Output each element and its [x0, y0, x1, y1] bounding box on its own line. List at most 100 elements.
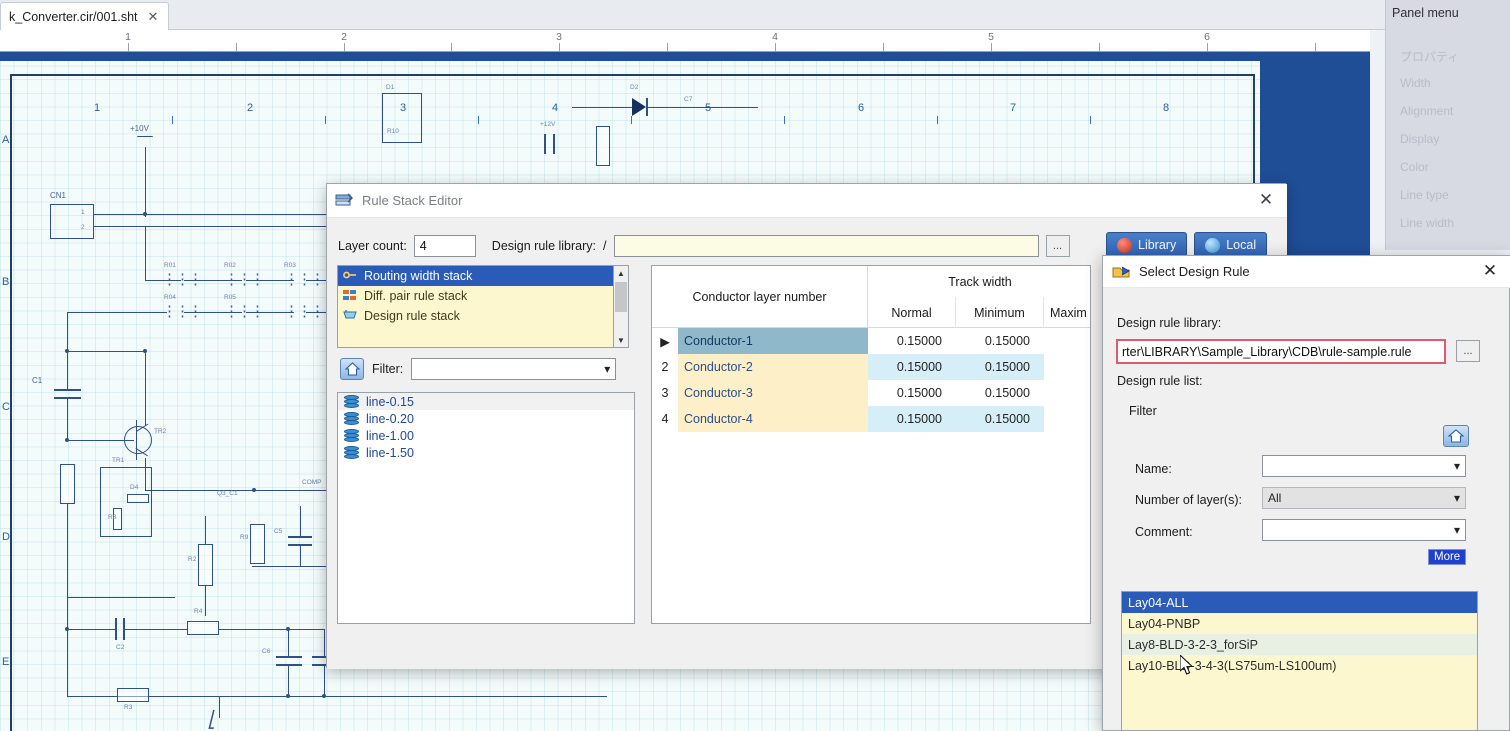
- comment-combobox[interactable]: ▾: [1262, 519, 1466, 541]
- sheet-ruler-row: C: [2, 401, 10, 413]
- pin-number: 2: [81, 224, 85, 231]
- filter-combobox[interactable]: ▾: [411, 358, 616, 380]
- design-rule-list-item[interactable]: Lay04-ALL: [1122, 592, 1477, 613]
- panel-menu-item-alignment[interactable]: Alignment: [1400, 104, 1453, 118]
- grid-header: Conductor layer number Track width Norma…: [652, 266, 1091, 328]
- document-tab[interactable]: k_Converter.cir/001.sht ✕: [0, 2, 169, 30]
- stack-list-item-design-rule[interactable]: Design rule stack: [338, 306, 626, 326]
- panel-menu-item-line-width[interactable]: Line width: [1400, 216, 1454, 230]
- ground-symbol: ⎣: [208, 710, 216, 730]
- resistor-symbol: [596, 126, 610, 166]
- ref-des: R8: [108, 514, 116, 521]
- sheet-ruler-row: E: [2, 656, 9, 668]
- design-rule-list-item[interactable]: Lay10-BLD-3-4-3(LS75um-LS100um): [1122, 655, 1477, 676]
- filter-home-icon[interactable]: [1443, 425, 1469, 447]
- panel-menu-item-color[interactable]: Color: [1400, 160, 1429, 174]
- stack-list-item-routing-width[interactable]: Routing width stack: [338, 266, 626, 286]
- stack-list[interactable]: Routing width stack Diff. pair rule stac…: [337, 265, 627, 348]
- line-list-item[interactable]: line-0.20: [338, 410, 634, 427]
- table-row[interactable]: 4 Conductor-4 0.15000 0.15000: [652, 406, 1091, 432]
- sheet-ruler-row: B: [2, 276, 9, 288]
- layer-count-row: Layer count: 4 Design rule library: / ..…: [338, 235, 1070, 257]
- line-list-item[interactable]: line-1.50: [338, 444, 634, 461]
- filter-row: Filter: ▾: [340, 358, 616, 380]
- local-button-label: Local: [1226, 238, 1256, 252]
- diff-pair-icon: [343, 289, 357, 304]
- name-combobox[interactable]: ▾: [1262, 455, 1466, 477]
- ref-des: CN1: [50, 191, 66, 200]
- ref-des: C2: [116, 644, 124, 651]
- document-tab-bar: k_Converter.cir/001.sht ✕: [0, 0, 1385, 30]
- scrollbar-thumb[interactable]: [615, 282, 627, 312]
- chevron-down-icon[interactable]: ▾: [1454, 491, 1460, 505]
- panel-menu-item-property[interactable]: プロパティ: [1400, 48, 1459, 65]
- conductor-grid[interactable]: Conductor layer number Track width Norma…: [651, 265, 1091, 624]
- layers-combobox[interactable]: All ▾: [1262, 487, 1466, 509]
- scroll-up-icon[interactable]: ▲: [614, 266, 628, 280]
- browse-button[interactable]: ...: [1046, 235, 1070, 257]
- filter-label: Filter: [1129, 404, 1157, 418]
- panel-menu-item-display[interactable]: Display: [1400, 132, 1439, 146]
- component-symbol: [382, 93, 422, 143]
- line-list-item-label: line-1.00: [366, 429, 414, 443]
- close-icon[interactable]: ✕: [148, 10, 159, 23]
- cell-conductor-name: Conductor-2: [678, 354, 868, 380]
- design-rule-library-label: Design rule library:: [1117, 316, 1221, 330]
- net-label: COMP: [302, 479, 322, 486]
- ref-des: D4: [130, 484, 138, 491]
- scroll-down-icon[interactable]: ▼: [614, 333, 628, 347]
- ruler-label: 3: [556, 31, 562, 43]
- ruler-label: 2: [341, 31, 347, 43]
- line-width-list[interactable]: line-0.15 line-0.20 line-1.00 line-1.50: [337, 392, 635, 624]
- browse-button[interactable]: ...: [1456, 340, 1480, 362]
- ref-des: R02: [224, 262, 236, 269]
- chevron-down-icon[interactable]: ▾: [1454, 523, 1460, 537]
- comment-label: Comment:: [1135, 525, 1193, 539]
- stack-list-scrollbar[interactable]: ▲ ▼: [613, 265, 629, 348]
- design-rule-list[interactable]: Lay04-ALL Lay04-PNBP Lay8-BLD-3-2-3_forS…: [1121, 591, 1478, 731]
- row-selector-icon[interactable]: ▶: [652, 334, 678, 349]
- row-number: 3: [652, 386, 678, 400]
- ref-des: C6: [262, 648, 270, 655]
- name-label: Name:: [1135, 462, 1172, 476]
- close-icon[interactable]: ✕: [1251, 187, 1281, 213]
- panel-menu-item-line-type[interactable]: Line type: [1400, 188, 1449, 202]
- more-button[interactable]: More: [1428, 549, 1466, 565]
- line-list-item[interactable]: line-0.15: [338, 393, 634, 410]
- cell-conductor-name: Conductor-3: [678, 380, 868, 406]
- sheet-ruler-label: 6: [858, 102, 864, 114]
- design-rule-library-path-input[interactable]: rter\LIBRARY\Sample_Library\CDB\rule-sam…: [1116, 339, 1446, 364]
- ref-des: C5: [274, 528, 282, 535]
- ref-des: R9: [240, 534, 248, 541]
- sheet-ruler-label: 8: [1163, 102, 1169, 114]
- table-row[interactable]: ▶ Conductor-1 0.15000 0.15000: [652, 328, 1091, 354]
- select-design-rule-titlebar: Select Design Rule: [1103, 256, 1510, 288]
- path-separator: /: [603, 239, 606, 253]
- cell-minimum: 0.15000: [956, 354, 1044, 380]
- design-rule-list-item[interactable]: Lay04-PNBP: [1122, 613, 1477, 634]
- filter-home-icon[interactable]: [340, 358, 364, 380]
- ref-des: TR2: [154, 428, 166, 435]
- chevron-down-icon[interactable]: ▾: [604, 362, 610, 376]
- library-icon: [1117, 238, 1132, 253]
- diode-symbol: [632, 98, 646, 116]
- table-row[interactable]: 3 Conductor-3 0.15000 0.15000: [652, 380, 1091, 406]
- app-root: k_Converter.cir/001.sht ✕ 1 2 3 4 5 6 ▲: [0, 0, 1510, 731]
- layer-count-input[interactable]: 4: [414, 235, 476, 257]
- rule-stack-icon: [335, 193, 353, 209]
- resistor-symbol: [187, 621, 219, 635]
- ref-des: R4: [194, 608, 202, 615]
- database-icon: [344, 446, 359, 459]
- line-list-item[interactable]: line-1.00: [338, 427, 634, 444]
- panel-menu-item-width[interactable]: Width: [1400, 76, 1431, 90]
- chevron-down-icon[interactable]: ▾: [1454, 459, 1460, 473]
- stack-list-item-diff-pair[interactable]: Diff. pair rule stack: [338, 286, 626, 306]
- sheet-ruler-label: 4: [552, 102, 558, 114]
- close-icon[interactable]: ✕: [1475, 258, 1505, 284]
- design-rule-list-item[interactable]: Lay8-BLD-3-2-3_forSiP: [1122, 634, 1477, 655]
- design-rule-library-input[interactable]: [614, 235, 1039, 257]
- cell-conductor-name: Conductor-4: [678, 406, 868, 432]
- table-row[interactable]: 2 Conductor-2 0.15000 0.15000: [652, 354, 1091, 380]
- design-rule-library-label: Design rule library:: [492, 239, 596, 253]
- cell-normal: 0.15000: [868, 406, 956, 432]
